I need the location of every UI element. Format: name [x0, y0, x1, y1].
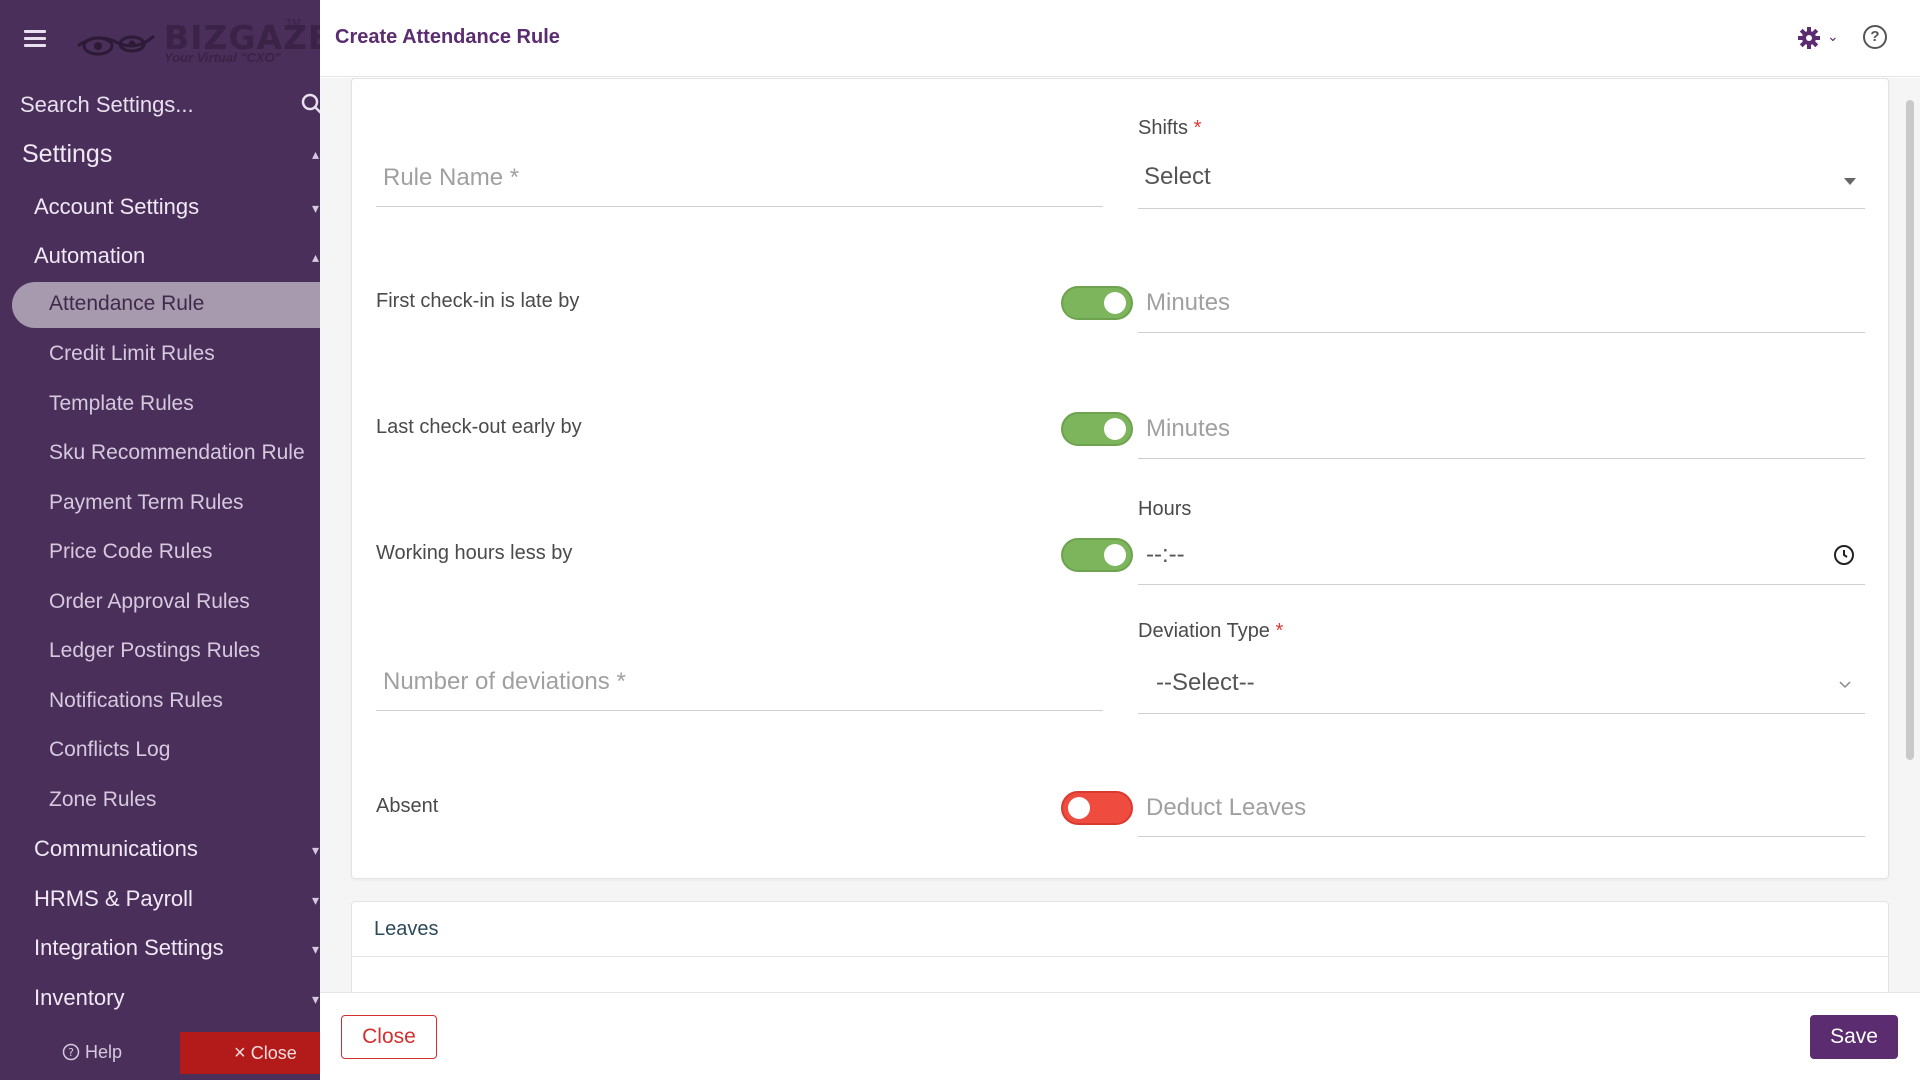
sidebar-group-communications[interactable]: Communications: [34, 836, 198, 862]
required-mark: *: [1193, 117, 1202, 139]
sidebar-group-automation[interactable]: Automation: [34, 243, 145, 269]
gear-icon[interactable]: [1797, 26, 1821, 50]
sidebar-item-price-code-rules[interactable]: Price Code Rules: [49, 540, 212, 564]
chevron-down-icon[interactable]: [1838, 680, 1852, 690]
last-checkout-toggle[interactable]: [1061, 412, 1133, 446]
deduct-leaves-input[interactable]: Deduct Leaves: [1146, 794, 1306, 822]
chevron-up-icon: ▴: [312, 146, 320, 162]
sidebar-close-label: Close: [250, 1043, 297, 1063]
first-checkin-minutes-input[interactable]: Minutes: [1146, 289, 1230, 317]
settings-search[interactable]: Search Settings...: [0, 84, 320, 124]
logo-eye-icon: [77, 34, 155, 56]
leaves-divider: [352, 956, 1888, 957]
required-mark: *: [1275, 620, 1284, 642]
shifts-underline: [1138, 208, 1865, 209]
shifts-select[interactable]: Select: [1144, 163, 1211, 191]
sidebar-group-hrms-payroll[interactable]: HRMS & Payroll: [34, 886, 193, 912]
hours-time-input[interactable]: --:--: [1146, 541, 1185, 569]
help-link[interactable]: ? Help: [62, 1042, 122, 1063]
chevron-down-icon: ▾: [312, 991, 320, 1007]
number-of-deviations-input[interactable]: Number of deviations *: [383, 668, 626, 696]
close-button[interactable]: Close: [341, 1015, 437, 1059]
hamburger-menu-icon[interactable]: [24, 30, 46, 48]
sidebar-item-credit-limit-rules[interactable]: Credit Limit Rules: [49, 342, 215, 366]
sidebar-item-notifications-rules[interactable]: Notifications Rules: [49, 689, 223, 713]
chevron-up-icon: ▴: [312, 249, 320, 265]
sidebar-item-order-approval-rules[interactable]: Order Approval Rules: [49, 590, 250, 614]
sidebar-footer: ? Help × Close: [0, 1032, 320, 1074]
first-checkin-label: First check-in is late by: [376, 290, 580, 312]
hours-underline: [1138, 584, 1865, 585]
chevron-down-icon: ▾: [312, 892, 320, 908]
sidebar-group-integration-settings[interactable]: Integration Settings: [34, 935, 224, 961]
deviation-type-select[interactable]: --Select--: [1156, 669, 1255, 697]
last-checkout-label: Last check-out early by: [376, 416, 582, 438]
sidebar-item-zone-rules[interactable]: Zone Rules: [49, 788, 156, 812]
shifts-label: Shifts *: [1138, 117, 1202, 139]
save-button[interactable]: Save: [1810, 1015, 1898, 1059]
form-footer: Close Save: [320, 992, 1920, 1080]
working-hours-label: Working hours less by: [376, 542, 573, 564]
absent-toggle[interactable]: [1061, 791, 1133, 825]
deviation-type-underline: [1138, 713, 1865, 714]
sidebar-item-template-rules[interactable]: Template Rules: [49, 392, 194, 416]
page-title: Create Attendance Rule: [335, 26, 560, 48]
deviation-type-label: Deviation Type *: [1138, 620, 1284, 642]
chevron-down-icon: ▾: [312, 941, 320, 957]
sidebar-close-button[interactable]: × Close: [180, 1032, 320, 1074]
settings-search-input[interactable]: Search Settings...: [20, 92, 194, 118]
sidebar-item-conflicts-log[interactable]: Conflicts Log: [49, 738, 170, 762]
absent-label: Absent: [376, 795, 439, 817]
clock-icon[interactable]: [1832, 543, 1856, 567]
rule-name-input[interactable]: Rule Name *: [383, 164, 519, 192]
last-checkout-underline: [1138, 458, 1865, 459]
main-content: Rule Name * Shifts * Select First check-…: [320, 78, 1920, 1021]
deduct-leaves-underline: [1138, 836, 1865, 837]
chevron-down-icon: ▾: [312, 200, 320, 216]
sidebar-header: BIZGAZE TM Your Virtual "CXO": [0, 0, 320, 78]
sidebar-group-account-settings[interactable]: Account Settings: [34, 194, 199, 220]
sidebar-item-sku-recommendation-rule[interactable]: Sku Recommendation Rule: [49, 441, 305, 465]
rule-name-underline: [376, 206, 1103, 207]
deviations-underline: [376, 710, 1103, 711]
vertical-scrollbar[interactable]: [1906, 100, 1914, 760]
leaves-title: Leaves: [374, 918, 439, 940]
help-icon[interactable]: ?: [1863, 25, 1887, 49]
svg-text:?: ?: [68, 1046, 74, 1059]
sidebar-item-ledger-postings-rules[interactable]: Ledger Postings Rules: [49, 639, 260, 663]
logo-trademark: TM: [286, 18, 301, 29]
bizgaze-logo[interactable]: BIZGAZE TM Your Virtual "CXO": [76, 18, 320, 68]
caret-down-icon[interactable]: [1844, 178, 1856, 185]
last-checkout-minutes-input[interactable]: Minutes: [1146, 415, 1230, 443]
logo-tagline: Your Virtual "CXO": [164, 50, 281, 65]
hours-label: Hours: [1138, 498, 1192, 520]
sidebar-item-payment-term-rules[interactable]: Payment Term Rules: [49, 491, 244, 515]
chevron-down-icon: ▾: [312, 842, 320, 858]
search-icon[interactable]: [300, 92, 320, 116]
sidebar-item-attendance-rule[interactable]: Attendance Rule: [49, 292, 204, 316]
first-checkin-underline: [1138, 332, 1865, 333]
sidebar-group-inventory[interactable]: Inventory: [34, 985, 125, 1011]
sidebar: BIZGAZE TM Your Virtual "CXO" Search Set…: [0, 0, 320, 1080]
close-icon: ×: [234, 1042, 246, 1064]
settings-section-title[interactable]: Settings: [22, 140, 112, 169]
rule-form-card: Rule Name * Shifts * Select First check-…: [351, 78, 1889, 879]
help-circle-icon: ?: [62, 1043, 80, 1061]
working-hours-toggle[interactable]: [1061, 538, 1133, 572]
page-header: Create Attendance Rule ⌄ ?: [320, 0, 1920, 77]
help-label: Help: [85, 1042, 123, 1062]
first-checkin-toggle[interactable]: [1061, 286, 1133, 320]
chevron-down-icon[interactable]: ⌄: [1827, 28, 1839, 45]
